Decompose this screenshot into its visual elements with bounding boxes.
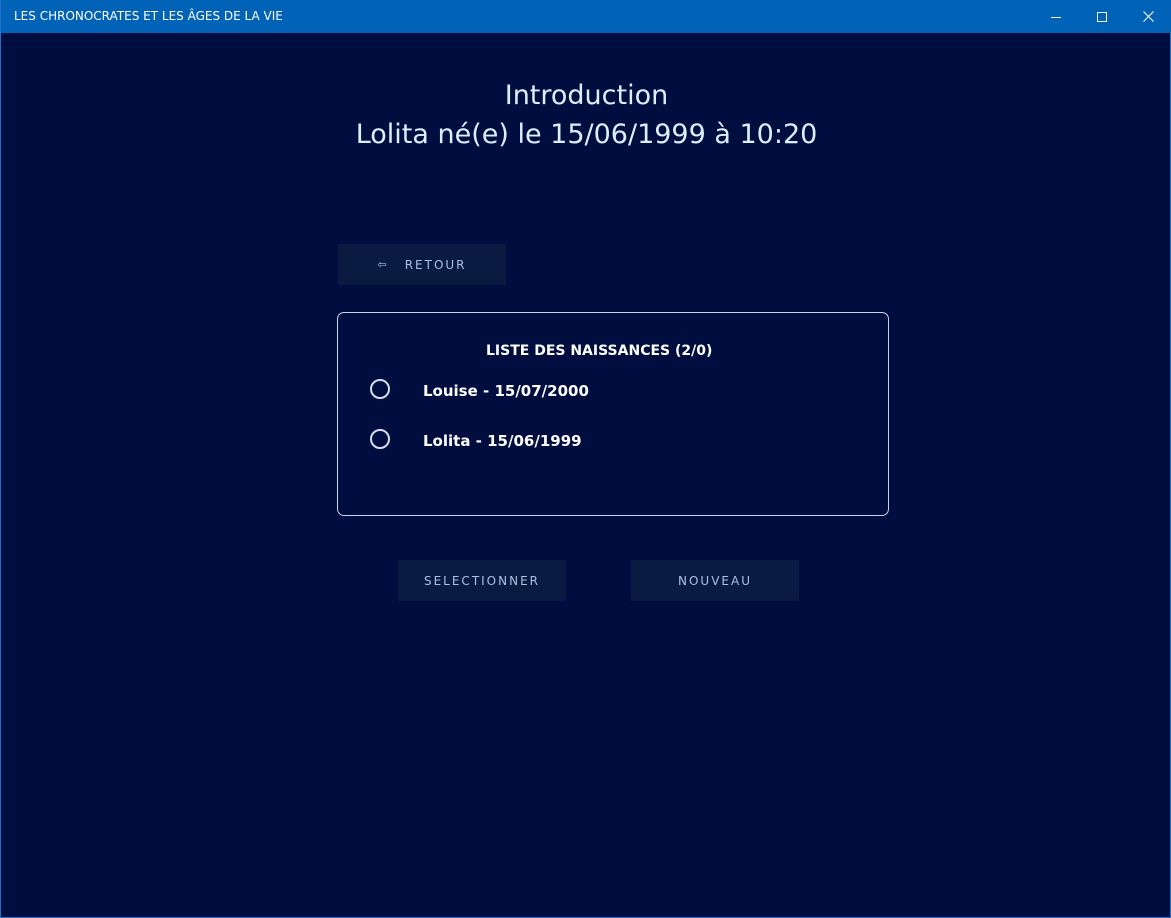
new-button[interactable]: NOUVEAU	[631, 560, 799, 601]
birth-list-item[interactable]: Lolita - 15/06/1999	[370, 427, 850, 451]
back-button[interactable]: ⇦ RETOUR	[338, 244, 506, 285]
window-title: LES CHRONOCRATES ET LES ÂGES DE LA VIE	[14, 9, 283, 23]
birth-list-title: LISTE DES NAISSANCES (2/0)	[486, 343, 713, 359]
title-bar[interactable]: LES CHRONOCRATES ET LES ÂGES DE LA VIE	[1, 0, 1171, 33]
birth-list-item-label: Lolita - 15/06/1999	[423, 432, 582, 450]
radio-button[interactable]	[370, 429, 390, 449]
back-arrow-icon: ⇦	[377, 258, 387, 271]
maximize-button[interactable]	[1079, 0, 1125, 33]
birth-list-item-label: Louise - 15/07/2000	[423, 382, 589, 400]
minimize-button[interactable]	[1033, 0, 1079, 33]
radio-button[interactable]	[370, 379, 390, 399]
close-icon	[1142, 11, 1154, 22]
page-subtitle: Lolita né(e) le 15/06/1999 à 10:20	[355, 119, 818, 150]
birth-list-item[interactable]: Louise - 15/07/2000	[370, 377, 850, 401]
close-button[interactable]	[1125, 0, 1171, 33]
maximize-icon	[1097, 11, 1107, 22]
minimize-icon	[1051, 16, 1061, 18]
select-button[interactable]: SELECTIONNER	[398, 560, 566, 601]
page-title: Introduction	[504, 80, 669, 111]
back-button-label: RETOUR	[404, 257, 467, 272]
app-window: LES CHRONOCRATES ET LES ÂGES DE LA VIE I…	[0, 0, 1171, 918]
birth-list-panel: LISTE DES NAISSANCES (2/0) Louise - 15/0…	[337, 312, 889, 516]
